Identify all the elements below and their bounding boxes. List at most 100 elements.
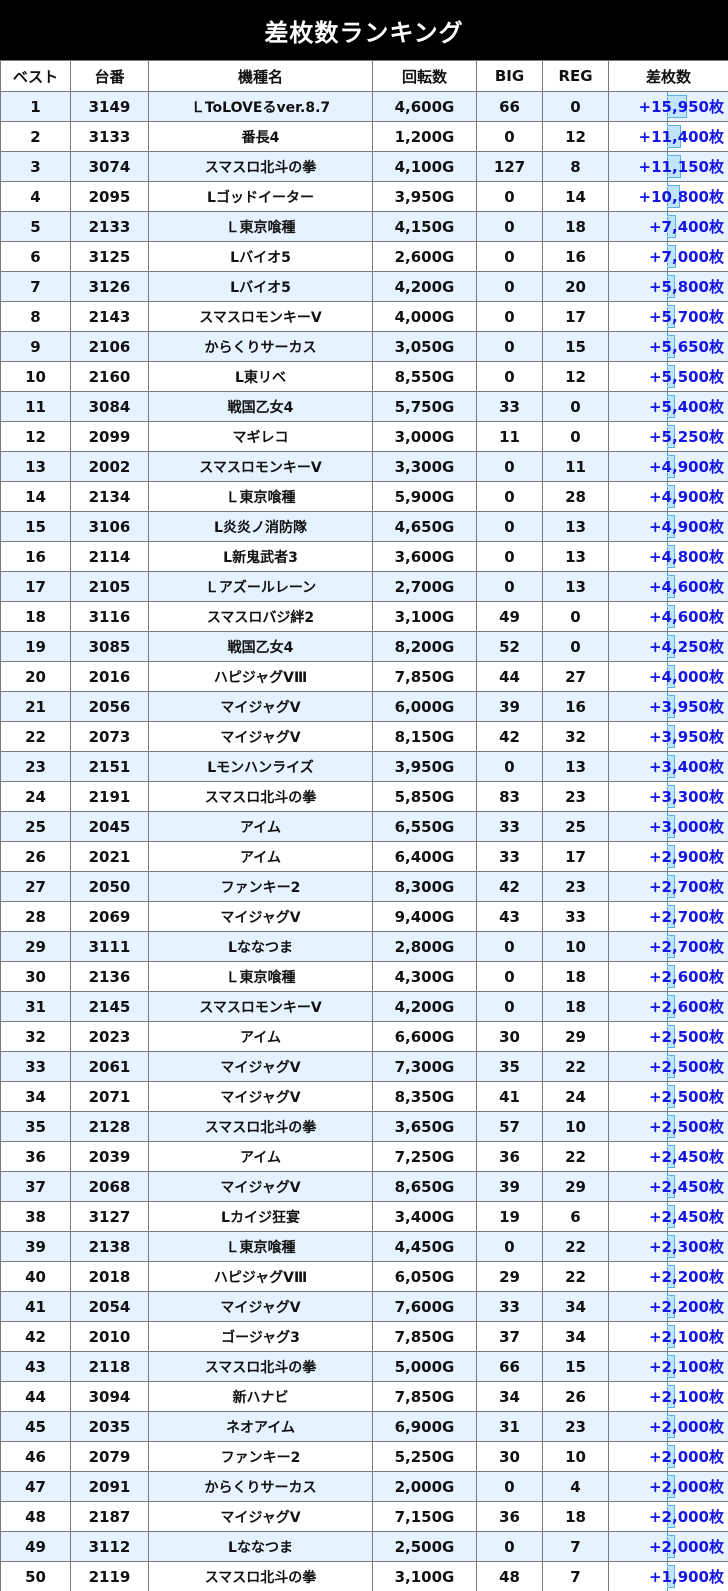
cell-rank: 8	[0, 301, 71, 332]
table-row: 4 2095 Lゴッドイーター 3,950G 0 14 +10,800枚	[0, 181, 728, 212]
table-row: 10 2160 L東リベ 8,550G 0 12 +5,500枚	[0, 361, 728, 392]
cell-diff: +4,600枚	[608, 601, 728, 632]
cell-diff: +2,900枚	[608, 841, 728, 872]
table-row: 29 3111 Lななつま 2,800G 0 10 +2,700枚	[0, 931, 728, 962]
table-row: 14 2134 Ｌ東京喰種 5,900G 0 28 +4,900枚	[0, 481, 728, 512]
cell-diff: +15,950枚	[608, 91, 728, 122]
cell-model: 新ハナビ	[148, 1381, 373, 1412]
diff-value: +7,000枚	[648, 248, 724, 266]
cell-model: 番長4	[148, 121, 373, 152]
cell-rank: 16	[0, 541, 71, 572]
cell-reg: 6	[542, 1201, 609, 1232]
diff-value: +2,300枚	[648, 1238, 724, 1256]
cell-model: Lモンハンライズ	[148, 751, 373, 782]
cell-big: 0	[476, 211, 543, 242]
cell-reg: 12	[542, 361, 609, 392]
cell-rank: 29	[0, 931, 71, 962]
cell-model: アイム	[148, 1141, 373, 1172]
cell-machine-no: 2071	[70, 1081, 149, 1112]
cell-reg: 0	[542, 391, 609, 422]
table-row: 42 2010 ゴージャグ3 7,850G 37 34 +2,100枚	[0, 1321, 728, 1352]
cell-reg: 34	[542, 1291, 609, 1322]
cell-machine-no: 2095	[70, 181, 149, 212]
diff-value: +3,300枚	[648, 788, 724, 806]
cell-model: Ｌ東京喰種	[148, 211, 373, 242]
cell-diff: +7,400枚	[608, 211, 728, 242]
table-row: 31 2145 スマスロモンキーV 4,200G 0 18 +2,600枚	[0, 991, 728, 1022]
cell-big: 33	[476, 391, 543, 422]
cell-model: アイム	[148, 811, 373, 842]
cell-spins: 3,600G	[372, 541, 477, 572]
cell-big: 33	[476, 811, 543, 842]
cell-model: L東リベ	[148, 361, 373, 392]
table-row: 9 2106 からくりサーカス 3,050G 0 15 +5,650枚	[0, 331, 728, 362]
cell-rank: 44	[0, 1381, 71, 1412]
cell-rank: 45	[0, 1411, 71, 1442]
cell-diff: +3,000枚	[608, 811, 728, 842]
cell-model: Ｌ東京喰種	[148, 1231, 373, 1262]
diff-value: +4,250枚	[648, 638, 724, 656]
cell-diff: +5,650枚	[608, 331, 728, 362]
diff-value: +2,700枚	[648, 938, 724, 956]
cell-machine-no: 2134	[70, 481, 149, 512]
cell-diff: +2,500枚	[608, 1051, 728, 1082]
cell-machine-no: 3085	[70, 631, 149, 662]
cell-reg: 18	[542, 991, 609, 1022]
cell-model: スマスロ北斗の拳	[148, 151, 373, 182]
cell-reg: 23	[542, 781, 609, 812]
cell-rank: 31	[0, 991, 71, 1022]
cell-model: ゴージャグ3	[148, 1321, 373, 1352]
cell-machine-no: 2119	[70, 1561, 149, 1591]
cell-model: Lバイオ5	[148, 271, 373, 302]
cell-machine-no: 2145	[70, 991, 149, 1022]
cell-big: 36	[476, 1501, 543, 1532]
cell-spins: 5,850G	[372, 781, 477, 812]
diff-value: +7,400枚	[648, 218, 724, 236]
cell-model: からくりサーカス	[148, 331, 373, 362]
diff-value: +4,600枚	[648, 578, 724, 596]
table-row: 21 2056 マイジャグV 6,000G 39 16 +3,950枚	[0, 691, 728, 722]
cell-diff: +11,150枚	[608, 151, 728, 182]
cell-reg: 32	[542, 721, 609, 752]
cell-diff: +2,700枚	[608, 931, 728, 962]
cell-model: ファンキー2	[148, 1441, 373, 1472]
cell-rank: 37	[0, 1171, 71, 1202]
cell-reg: 29	[542, 1171, 609, 1202]
diff-value: +4,900枚	[648, 488, 724, 506]
cell-machine-no: 3111	[70, 931, 149, 962]
cell-diff: +2,700枚	[608, 871, 728, 902]
cell-spins: 3,100G	[372, 1561, 477, 1591]
cell-big: 0	[476, 481, 543, 512]
cell-spins: 2,700G	[372, 571, 477, 602]
cell-spins: 7,600G	[372, 1291, 477, 1322]
table-row: 6 3125 Lバイオ5 2,600G 0 16 +7,000枚	[0, 241, 728, 272]
cell-model: ファンキー2	[148, 871, 373, 902]
cell-reg: 15	[542, 1351, 609, 1382]
cell-reg: 22	[542, 1141, 609, 1172]
cell-reg: 10	[542, 931, 609, 962]
cell-machine-no: 2073	[70, 721, 149, 752]
diff-value: +2,600枚	[648, 968, 724, 986]
cell-machine-no: 2106	[70, 331, 149, 362]
cell-big: 37	[476, 1321, 543, 1352]
cell-model: Ｌ東京喰種	[148, 961, 373, 992]
cell-big: 127	[476, 151, 543, 182]
cell-rank: 11	[0, 391, 71, 422]
diff-value: +2,000枚	[648, 1418, 724, 1436]
cell-reg: 17	[542, 841, 609, 872]
table-row: 12 2099 マギレコ 3,000G 11 0 +5,250枚	[0, 421, 728, 452]
cell-model: Lゴッドイーター	[148, 181, 373, 212]
cell-model: スマスロバジ絆2	[148, 601, 373, 632]
cell-spins: 8,350G	[372, 1081, 477, 1112]
cell-model: 戦国乙女4	[148, 631, 373, 662]
cell-model: ＬToLOVEるver.8.7	[148, 91, 373, 122]
diff-value: +2,200枚	[648, 1298, 724, 1316]
table-row: 50 2119 スマスロ北斗の拳 3,100G 48 7 +1,900枚	[0, 1561, 728, 1591]
cell-rank: 35	[0, 1111, 71, 1142]
cell-model: ハピジャグVⅢ	[148, 661, 373, 692]
cell-diff: +11,400枚	[608, 121, 728, 152]
cell-spins: 3,100G	[372, 601, 477, 632]
cell-machine-no: 2136	[70, 961, 149, 992]
cell-reg: 25	[542, 811, 609, 842]
cell-model: アイム	[148, 841, 373, 872]
